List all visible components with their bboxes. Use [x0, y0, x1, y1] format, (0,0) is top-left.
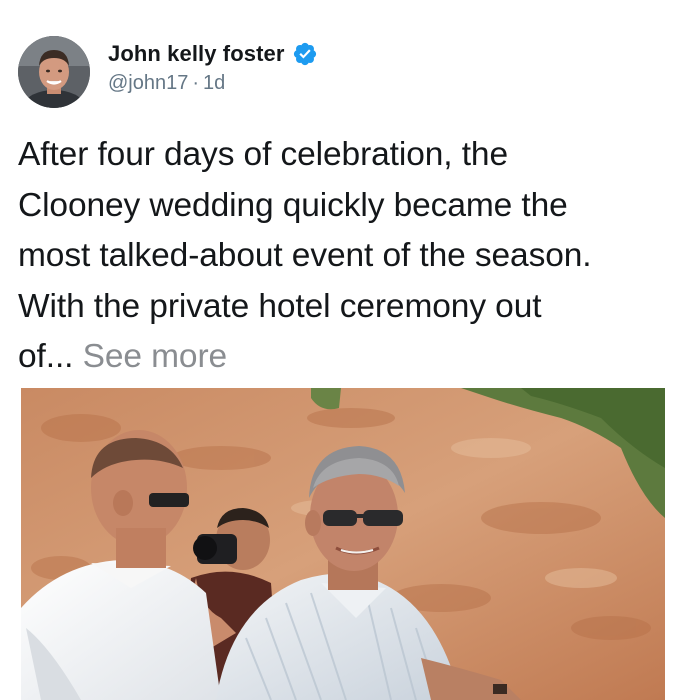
name-row: John kelly foster	[108, 40, 318, 68]
post-text-line: After four days of celebration, the	[18, 136, 508, 173]
post-header: John kelly foster @john17 · 1d	[18, 36, 318, 108]
verified-badge-icon	[292, 41, 318, 67]
post-text-line: With the private hotel ceremony out	[18, 287, 542, 325]
handle-separator: ·	[192, 72, 200, 94]
handle-row: @john17 · 1d	[108, 72, 318, 95]
post-text: After four days of celebration, the Cloo…	[18, 130, 688, 383]
post-timestamp[interactable]: 1d	[203, 72, 225, 94]
author-name[interactable]: John kelly foster	[108, 41, 285, 67]
post-photo[interactable]	[21, 388, 665, 700]
wedding-photo-image	[21, 388, 665, 700]
avatar[interactable]	[18, 36, 90, 108]
see-more-link[interactable]: See more	[83, 338, 228, 375]
post-text-ellipsis: of...	[18, 338, 74, 375]
post-text-line: most talked-about event of the season.	[18, 237, 592, 274]
post-card: John kelly foster @john17 · 1d After four …	[0, 0, 700, 700]
post-text-line: Clooney wedding quickly became the	[18, 186, 568, 224]
post-text-last-line: of... See more	[18, 332, 688, 383]
avatar-image	[18, 36, 90, 108]
author-handle[interactable]: @john17	[108, 72, 188, 94]
author-meta: John kelly foster @john17 · 1d	[108, 40, 318, 95]
